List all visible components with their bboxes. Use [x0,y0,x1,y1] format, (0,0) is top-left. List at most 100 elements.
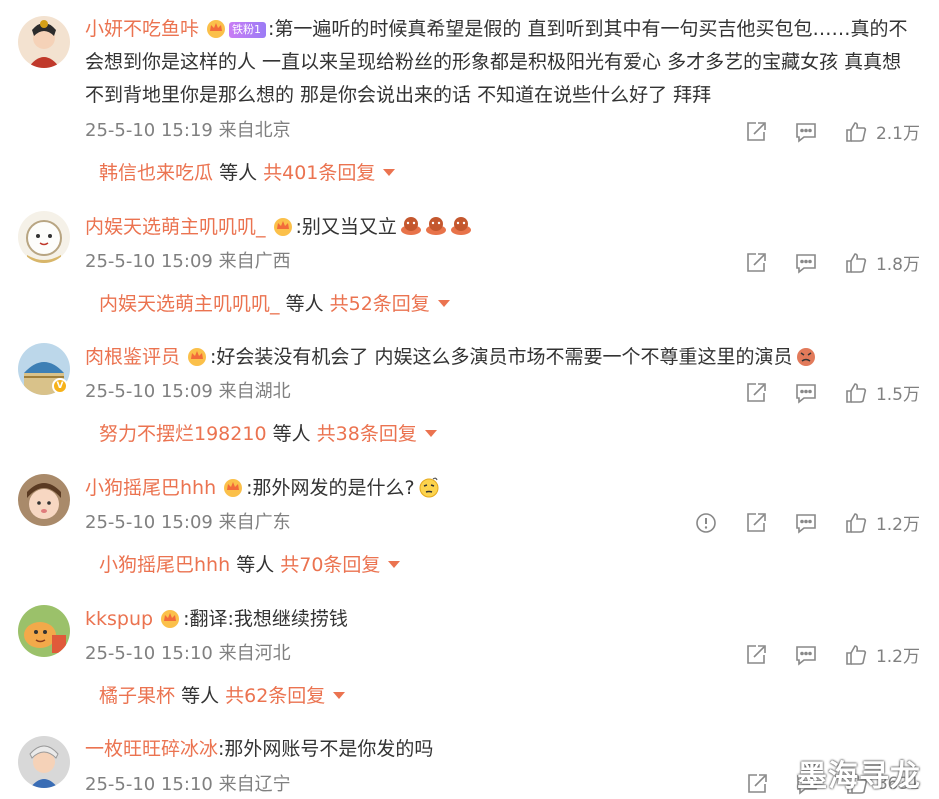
comment-location: 来自北京 [218,120,291,141]
avatar[interactable] [18,605,70,657]
reply-count[interactable]: 共62条回复 [225,685,325,707]
comment-button[interactable] [794,381,818,405]
comment-icon [796,645,816,666]
comment-text: :那外网发的是什么? [246,477,415,499]
angry-emoji-icon [797,348,816,366]
fan-badge: 铁粉1 [229,22,267,38]
comment-button[interactable] [794,251,818,275]
like-button[interactable]: 1.2万 [844,510,920,535]
comment-meta: 25-5-10 15:10 来自河北 [85,642,291,666]
comment-body: 小妍不吃鱼咔 铁粉1:第一遍听的时候真希望是假的 直到听到其中有一句买吉他买包包…… [85,13,920,112]
thinking-emoji-icon [419,477,439,498]
comment-icon [796,383,816,404]
reply-user[interactable]: 小狗摇尾巴hhh [99,554,230,576]
comment-location: 来自广西 [218,251,291,272]
share-button[interactable] [744,381,768,405]
comment-time: 25-5-10 15:19 [85,120,213,141]
reply-mid: 等人 [181,685,220,707]
share-icon [747,512,766,532]
comment-location: 来自广东 [218,512,291,533]
crown-icon [224,479,243,497]
reply-summary[interactable]: 韩信也来吃瓜 等人 共401条回复 [99,160,396,186]
comment-actions: 2.1万 [744,119,920,144]
comment-actions: 1.2万 [744,642,920,667]
avatar[interactable] [18,16,70,68]
username-link[interactable]: kkspup [85,608,153,630]
username-link[interactable]: 小妍不吃鱼咔 [85,18,199,40]
crown-icon [273,218,292,236]
comment-body: kkspup:翻译:我想继续捞钱 [85,603,920,636]
comment-time: 25-5-10 15:09 [85,381,213,402]
comment-icon [796,513,816,534]
like-icon [846,512,867,533]
share-icon [747,774,767,793]
comment-time: 25-5-10 15:10 [85,643,213,664]
username-link[interactable]: 肉根鉴评员 [85,346,180,368]
like-icon [846,121,867,142]
like-icon [846,252,867,273]
share-icon [747,252,766,272]
reply-user[interactable]: 橘子果杯 [99,685,175,707]
username-link[interactable]: 一枚旺旺碎冰冰 [85,738,218,760]
verified-badge: V [52,378,68,394]
like-icon [846,644,867,665]
share-button[interactable] [744,511,768,535]
comment-meta: 25-5-10 15:19 来自北京 [85,119,291,143]
reply-mid: 等人 [272,423,311,445]
reply-count[interactable]: 共52条回复 [330,293,430,315]
username-link[interactable]: 小狗摇尾巴hhh [85,477,216,499]
comment-icon [796,253,816,274]
share-button[interactable] [744,120,768,144]
chevron-down-icon [424,430,437,437]
reply-user[interactable]: 努力不摆烂198210 [99,423,267,445]
reply-summary[interactable]: 橘子果杯 等人 共62条回复 [99,683,346,709]
like-button[interactable]: 1.5万 [844,380,920,405]
comment-body: 内娱天选萌主叽叽叽_:别又当又立 [85,211,920,244]
like-count: 1.5万 [875,385,920,405]
avatar[interactable] [18,474,70,526]
like-button[interactable]: 1.2万 [844,642,920,667]
like-icon [846,382,867,403]
reply-summary[interactable]: 小狗摇尾巴hhh 等人 共70条回复 [99,552,401,578]
reply-mid: 等人 [219,162,258,184]
comment-icon [796,122,816,143]
comment-location: 来自湖北 [218,381,291,402]
like-button[interactable]: 1.8万 [844,250,920,275]
comment-actions: 1.2万 [694,510,920,535]
reply-user[interactable]: 韩信也来吃瓜 [99,162,213,184]
comment-location: 来自河北 [218,643,291,664]
avatar[interactable] [18,736,70,788]
comment-button[interactable] [794,511,818,535]
chevron-down-icon [437,300,450,307]
reply-summary[interactable]: 努力不摆烂198210 等人 共38条回复 [99,421,437,447]
comment-button[interactable] [794,120,818,144]
avatar[interactable] [18,211,70,263]
reply-user[interactable]: 内娱天选萌主叽叽叽_ [99,293,280,315]
reply-summary[interactable]: 内娱天选萌主叽叽叽_ 等人 共52条回复 [99,291,450,317]
cake-emoji-icon [425,217,446,235]
comment-time: 25-5-10 15:09 [85,251,213,272]
like-count: 2.1万 [875,124,920,144]
chevron-down-icon [388,561,401,568]
watermark: 墨海寻龙 [797,759,921,794]
share-button[interactable] [745,772,769,796]
like-button[interactable]: 2.1万 [844,119,920,144]
crown-icon [161,610,180,628]
share-icon [747,644,766,664]
comment-time: 25-5-10 15:10 [85,774,213,795]
reply-mid: 等人 [285,293,324,315]
share-button[interactable] [744,643,768,667]
reply-count[interactable]: 共70条回复 [280,554,380,576]
comment-meta: 25-5-10 15:09 来自湖北 [85,380,291,404]
reply-count[interactable]: 共38条回复 [317,423,417,445]
crown-icon [207,20,226,38]
share-button[interactable] [744,251,768,275]
report-button[interactable] [694,511,718,535]
comment-text: :那外网账号不是你发的吗 [218,738,434,760]
comment-button[interactable] [794,643,818,667]
reply-count[interactable]: 共401条回复 [263,162,375,184]
comment-location: 来自辽宁 [218,774,291,795]
username-link[interactable]: 内娱天选萌主叽叽叽_ [85,216,266,238]
comment-text: :好会装没有机会了 内娱这么多演员市场不需要一个不尊重这里的演员 [210,346,793,368]
crown-icon [188,348,207,366]
